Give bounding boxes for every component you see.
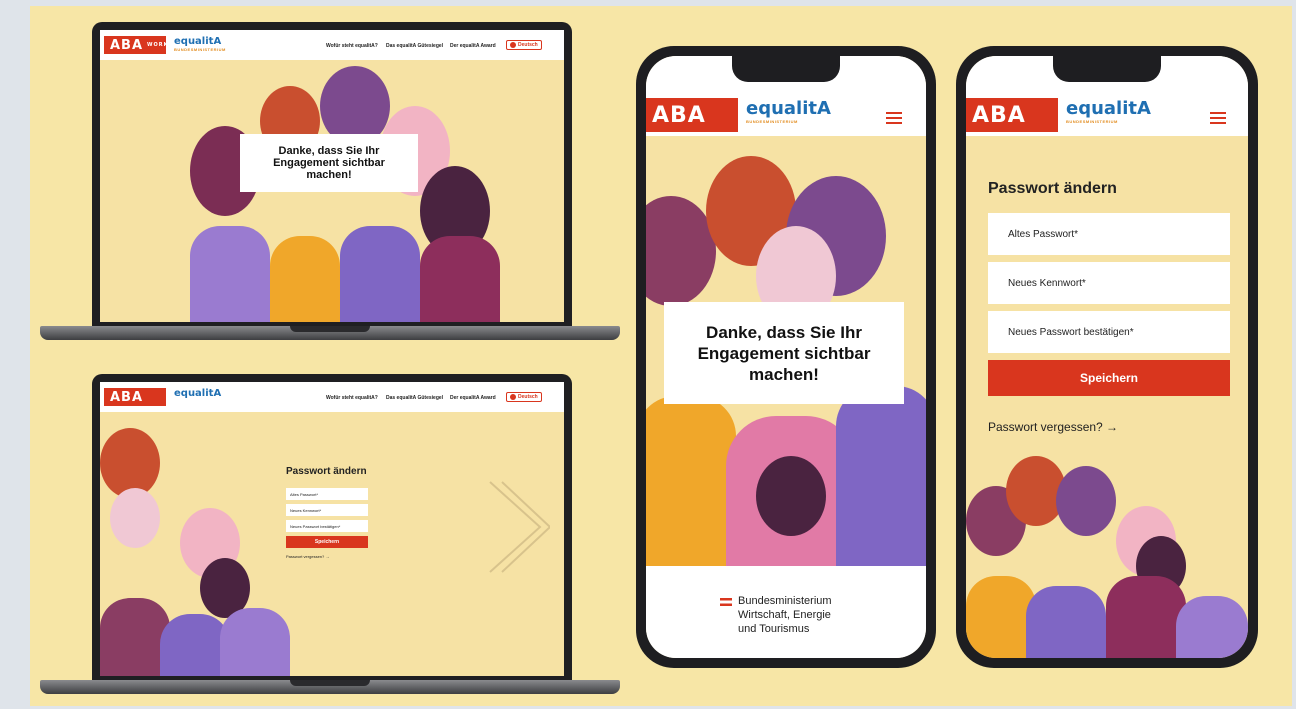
figure-body-1 <box>190 226 270 322</box>
confirm-password-field-phone[interactable]: Neues Passwort bestätigen* <box>988 311 1230 353</box>
site-header-2: ABA equalitA Wofür steht equalitA? Das e… <box>100 382 564 412</box>
form-title-laptop: Passwort ändern <box>286 466 367 477</box>
ministry-line-2: Wirtschaft, Energie <box>738 609 831 621</box>
women-illustration-phone-2 <box>966 456 1248 658</box>
nav-link-guetesiegel[interactable]: Das equalitA Gütesiegel <box>386 43 443 49</box>
aba-logo-2[interactable]: ABA <box>104 388 166 406</box>
language-label: Deutsch <box>518 42 538 48</box>
phone2-figure-3 <box>1056 466 1116 536</box>
phone-password: ABA equalitA BUNDESMINISTERIUM Passwort … <box>956 46 1258 668</box>
mockup-stage: ABA WORK equalitA BUNDESMINISTERIUM Wofü… <box>30 6 1292 706</box>
equalita-logo-text: equalitA <box>174 36 222 47</box>
phone2-figure-body-3 <box>1106 576 1186 658</box>
phone-figure-body-3 <box>836 386 926 566</box>
women-illustration-2 <box>100 418 290 676</box>
equalita-logo-phone-text: equalitA <box>746 98 831 119</box>
aba-logo-phone-2[interactable]: ABA <box>966 98 1058 132</box>
phone-hero-notch <box>732 56 840 82</box>
nav-link-award-2[interactable]: Der equalitA Award <box>450 395 496 401</box>
laptop-top: ABA WORK equalitA BUNDESMINISTERIUM Wofü… <box>40 22 620 352</box>
nav-link-wofuer-2[interactable]: Wofür steht equalitA? <box>326 395 378 401</box>
aba-logo-sub: WORK <box>147 41 169 48</box>
figure-body-4 <box>420 236 500 322</box>
aba-logo-phone-2-text: ABA <box>972 102 1026 128</box>
women-illustration <box>170 66 500 322</box>
phone2-figure-body-2 <box>1026 586 1106 658</box>
language-selector[interactable]: Deutsch <box>506 40 542 50</box>
hamburger-icon[interactable] <box>886 112 902 124</box>
equalita-logo-sub: BUNDESMINISTERIUM <box>174 47 226 52</box>
nav-link-guetesiegel-2[interactable]: Das equalitA Gütesiegel <box>386 395 443 401</box>
figure-body-3 <box>340 226 420 322</box>
laptop-bottom-notch <box>290 680 370 686</box>
new-password-field-laptop[interactable]: Neues Kennwort* <box>286 504 368 516</box>
new-password-field-phone[interactable]: Neues Kennwort* <box>988 262 1230 304</box>
figure-body-2 <box>270 236 340 322</box>
ministry-line-3: und Tourismus <box>738 623 810 635</box>
form-title-phone: Passwort ändern <box>988 180 1117 197</box>
aba-logo-phone-text: ABA <box>652 102 706 128</box>
hamburger-icon-2[interactable] <box>1210 112 1226 124</box>
equalita-logo-phone-sub: BUNDESMINISTERIUM <box>746 119 798 124</box>
confirm-password-field-laptop[interactable]: Neues Passwort bestätigen* <box>286 520 368 532</box>
equalita-logo-text-2: equalitA <box>174 388 222 399</box>
save-button-laptop[interactable]: Speichern <box>286 536 368 548</box>
phone-password-screen: ABA equalitA BUNDESMINISTERIUM Passwort … <box>966 56 1248 658</box>
laptop-bottom-screen: ABA equalitA Wofür steht equalitA? Das e… <box>100 382 564 676</box>
nav-link-award[interactable]: Der equalitA Award <box>450 43 496 49</box>
ministry-name: Bundesministerium Wirtschaft, Energie un… <box>738 594 832 636</box>
save-button-phone[interactable]: Speichern <box>988 360 1230 396</box>
laptop-top-notch <box>290 326 370 332</box>
equalita-logo[interactable]: equalitA BUNDESMINISTERIUM <box>174 36 226 52</box>
figure-2-body-3 <box>220 608 290 676</box>
phone-hero: ABA equalitA BUNDESMINISTERIUM Danke, da… <box>636 46 936 668</box>
aba-logo-phone[interactable]: ABA <box>646 98 738 132</box>
old-password-field-laptop[interactable]: Altes Passwort* <box>286 488 368 500</box>
phone2-figure-body-4 <box>1176 596 1248 658</box>
equalita-logo-phone-2-text: equalitA <box>1066 98 1151 119</box>
globe-icon <box>510 42 516 48</box>
equalita-logo-phone-2[interactable]: equalitA BUNDESMINISTERIUM <box>1066 98 1151 124</box>
equalita-logo-2[interactable]: equalitA <box>174 388 221 399</box>
language-label-2: Deutsch <box>518 394 538 400</box>
phone-hero-screen: ABA equalitA BUNDESMINISTERIUM Danke, da… <box>646 56 926 658</box>
aba-logo[interactable]: ABA WORK <box>104 36 169 54</box>
laptop-bottom: ABA equalitA Wofür steht equalitA? Das e… <box>40 374 620 706</box>
austria-flag-icon <box>720 598 732 606</box>
ministry-line-1: Bundesministerium <box>738 595 832 607</box>
phone-figure-5 <box>756 456 826 536</box>
hero-message-box-phone: Danke, dass Sie Ihr Engagement sichtbar … <box>664 302 904 404</box>
hero-message: Danke, dass Sie Ihr Engagement sichtbar … <box>273 145 385 181</box>
forgot-password-link-phone[interactable]: Passwort vergessen? → <box>988 420 1118 434</box>
nav-link-wofuer[interactable]: Wofür steht equalitA? <box>326 43 378 49</box>
decorative-arrow <box>489 481 550 573</box>
figure-2-2 <box>110 488 160 548</box>
hero-message-phone: Danke, dass Sie Ihr Engagement sichtbar … <box>697 322 871 384</box>
old-password-field-phone[interactable]: Altes Passwort* <box>988 213 1230 255</box>
phone-footer: Bundesministerium Wirtschaft, Energie un… <box>646 566 926 658</box>
forgot-password-link-laptop[interactable]: Passwort vergessen? → <box>286 554 329 559</box>
laptop-top-screen: ABA WORK equalitA BUNDESMINISTERIUM Wofü… <box>100 30 564 322</box>
hero-message-box: Danke, dass Sie Ihr Engagement sichtbar … <box>240 134 418 192</box>
language-selector-2[interactable]: Deutsch <box>506 392 542 402</box>
aba-logo-text: ABA <box>110 37 144 53</box>
equalita-logo-phone[interactable]: equalitA BUNDESMINISTERIUM <box>746 98 831 124</box>
aba-logo-text-2: ABA <box>110 389 144 405</box>
site-header: ABA WORK equalitA BUNDESMINISTERIUM Wofü… <box>100 30 564 60</box>
phone-figure-body-1 <box>646 396 736 566</box>
phone-password-notch <box>1053 56 1161 82</box>
equalita-logo-phone-2-sub: BUNDESMINISTERIUM <box>1066 119 1118 124</box>
globe-icon-2 <box>510 394 516 400</box>
